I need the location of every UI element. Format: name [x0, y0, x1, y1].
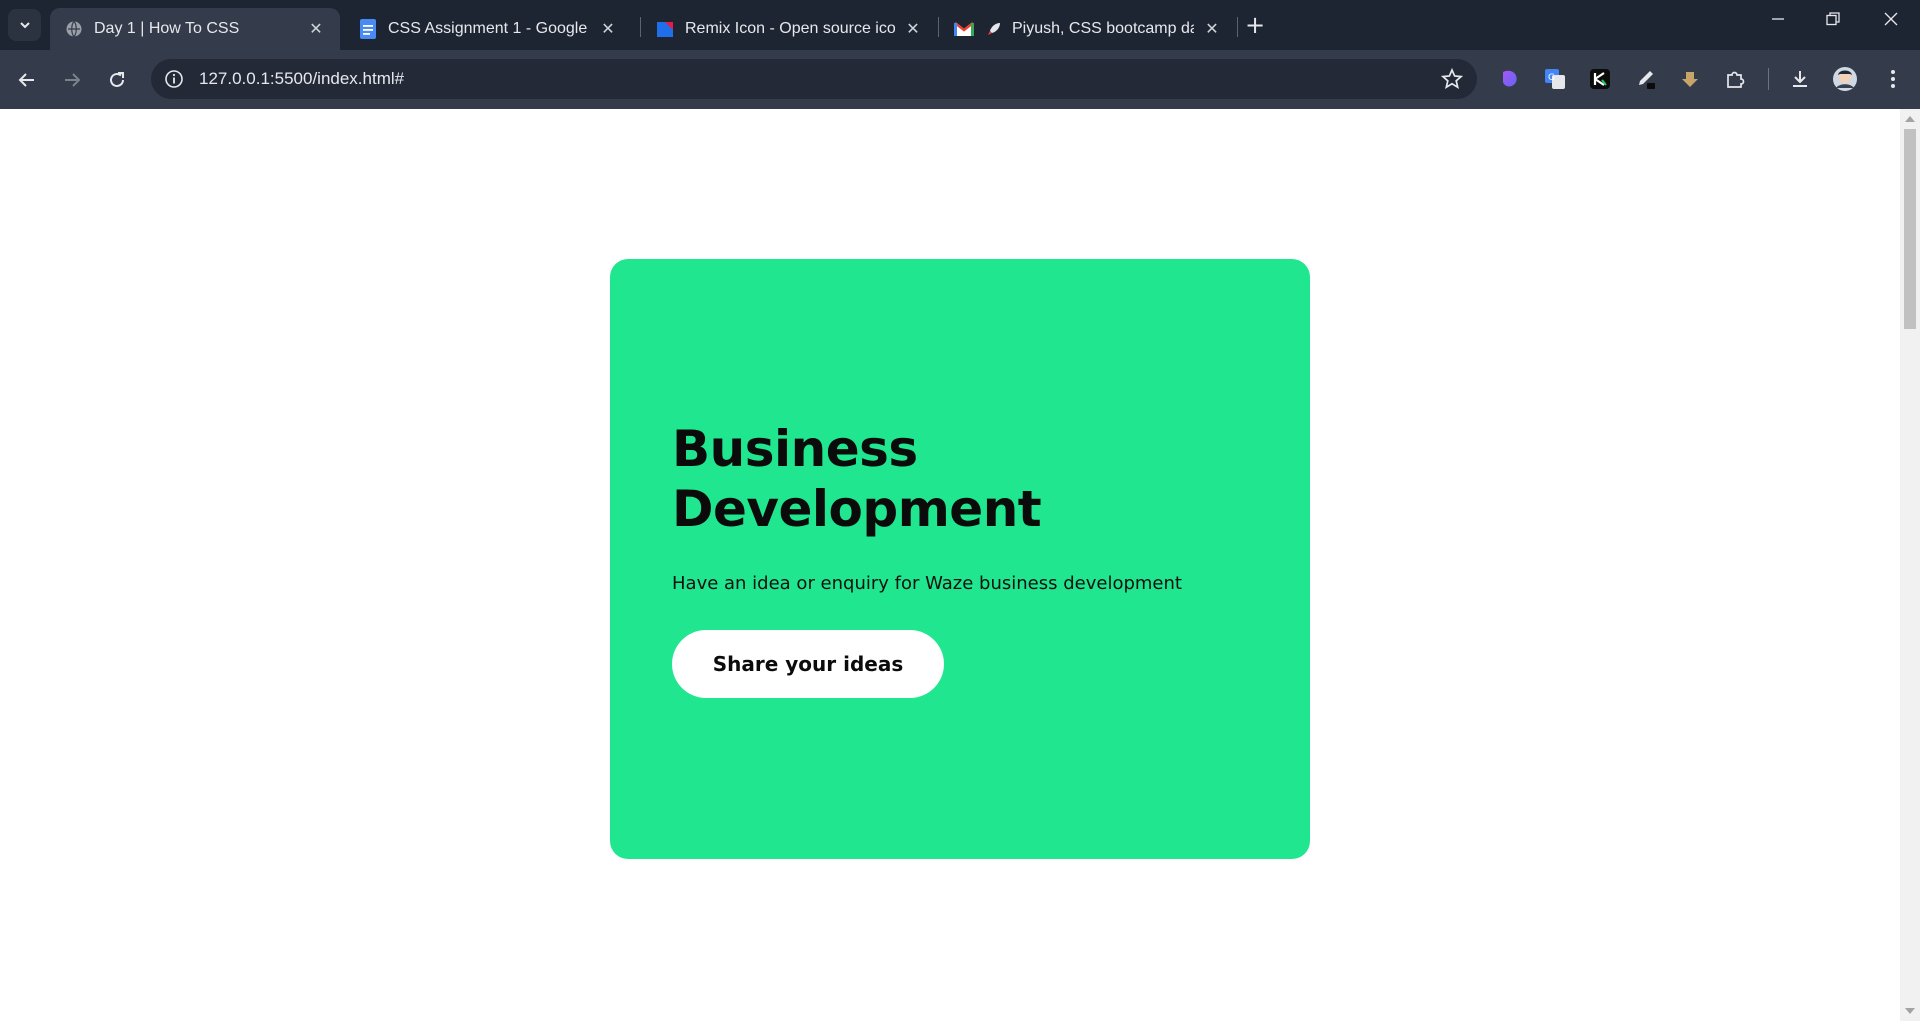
- minimize-icon: [1772, 18, 1784, 20]
- tab-css-assignment[interactable]: CSS Assignment 1 - Google Docs ✕: [344, 8, 632, 50]
- new-tab-button[interactable]: +: [1245, 13, 1265, 37]
- profile-avatar[interactable]: [1832, 66, 1858, 92]
- downloads-icon[interactable]: [1787, 66, 1813, 92]
- gmail-icon: [954, 19, 974, 39]
- tab-title: CSS Assignment 1 - Google Docs: [388, 20, 590, 37]
- share-ideas-button[interactable]: Share your ideas: [672, 630, 944, 698]
- tab-search-button[interactable]: [8, 9, 41, 41]
- tab-title: Piyush, CSS bootcamp day 1: [1012, 20, 1194, 37]
- site-info-icon[interactable]: [163, 68, 185, 90]
- close-icon[interactable]: ✕: [903, 19, 923, 39]
- browser-menu-icon[interactable]: [1880, 66, 1906, 92]
- scroll-up-arrow[interactable]: [1905, 116, 1915, 122]
- extension-dark-icon[interactable]: [1587, 66, 1613, 92]
- close-icon[interactable]: ✕: [306, 19, 326, 39]
- reload-icon: [110, 72, 124, 87]
- toolbar-separator: [1768, 68, 1769, 90]
- browser-toolbar: 127.0.0.1:5500/index.html# G: [0, 50, 1920, 109]
- globe-icon: [64, 19, 84, 39]
- window-close-button[interactable]: [1876, 10, 1906, 31]
- tab-day1[interactable]: Day 1 | How To CSS ✕: [50, 8, 340, 50]
- remix-icon-logo: [655, 19, 675, 39]
- tab-separator: [1237, 17, 1238, 37]
- rocket-icon: [984, 19, 1004, 39]
- scrollbar-thumb[interactable]: [1904, 129, 1916, 329]
- download-extension-icon[interactable]: [1677, 66, 1703, 92]
- google-docs-icon: [358, 19, 378, 39]
- close-icon[interactable]: ✕: [1202, 19, 1222, 39]
- restore-icon: [1826, 12, 1840, 26]
- svg-text:G: G: [1548, 73, 1555, 83]
- arrow-left-icon: [18, 73, 34, 87]
- tab-gmail[interactable]: Piyush, CSS bootcamp day 1 ✕: [940, 8, 1236, 50]
- tab-title: Day 1 | How To CSS: [94, 20, 240, 37]
- forward-button[interactable]: [58, 66, 86, 94]
- extension-gradient-icon[interactable]: [1497, 66, 1523, 92]
- google-translate-icon[interactable]: G: [1542, 66, 1568, 92]
- address-bar[interactable]: 127.0.0.1:5500/index.html#: [151, 59, 1477, 99]
- scroll-down-arrow[interactable]: [1905, 1008, 1915, 1014]
- card-description: Have an idea or enquiry for Waze busines…: [672, 573, 1182, 594]
- puzzle-icon[interactable]: [1722, 66, 1748, 92]
- chevron-down-icon: [19, 22, 30, 29]
- tab-strip: Day 1 | How To CSS ✕ CSS Assignment 1 - …: [0, 0, 1920, 50]
- minimize-button[interactable]: [1763, 10, 1793, 31]
- url-text: 127.0.0.1:5500/index.html#: [199, 69, 405, 88]
- color-picker-icon[interactable]: [1632, 66, 1658, 92]
- close-icon: [1884, 12, 1898, 26]
- reload-button[interactable]: [103, 66, 131, 94]
- back-button[interactable]: [13, 66, 41, 94]
- tab-separator: [938, 17, 939, 37]
- tab-remix-icon[interactable]: Remix Icon - Open source icon library ✕: [641, 8, 937, 50]
- bookmark-star-icon[interactable]: [1440, 67, 1464, 94]
- tab-title: Remix Icon - Open source icon library: [685, 20, 895, 37]
- arrow-right-icon: [65, 73, 81, 87]
- business-card: Business Development Have an idea or enq…: [610, 259, 1310, 859]
- card-heading: Business Development: [672, 420, 1042, 538]
- restore-button[interactable]: [1818, 10, 1848, 31]
- close-icon[interactable]: ✕: [598, 19, 618, 39]
- page-scrollbar[interactable]: [1900, 109, 1920, 1021]
